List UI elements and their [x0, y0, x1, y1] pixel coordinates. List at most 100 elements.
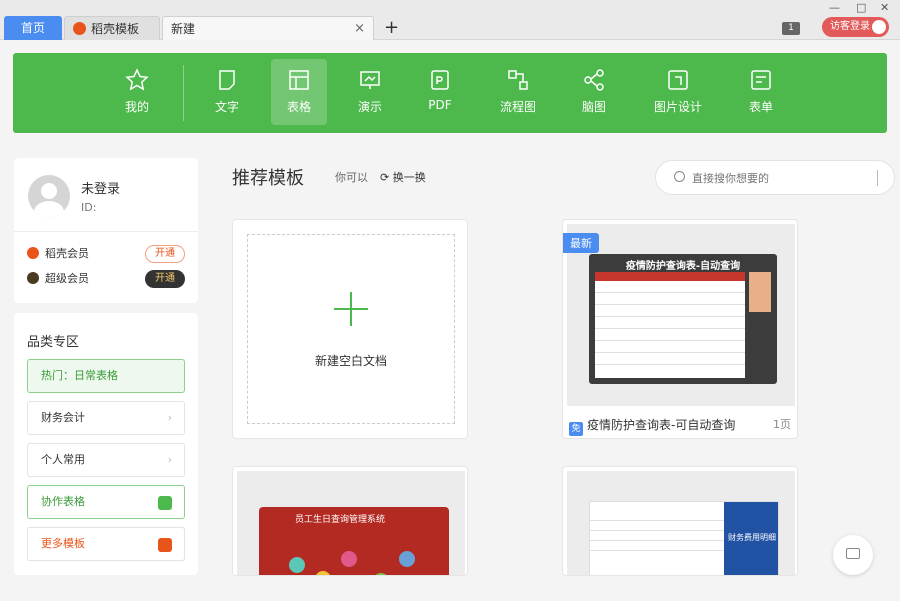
tab-home[interactable]: 首页	[4, 16, 62, 40]
membership-docer: 稻壳会员 开通	[27, 245, 185, 263]
presentation-icon	[360, 71, 380, 89]
doc-icon	[219, 70, 235, 90]
search-input[interactable]	[692, 169, 852, 187]
flowchart-icon	[508, 70, 528, 90]
template-preview: 员工生日查询管理系统	[237, 471, 465, 575]
free-badge: 免	[569, 422, 583, 436]
toolbar-item-image-design[interactable]: 图片设计	[647, 59, 709, 125]
image-design-icon	[668, 70, 688, 90]
toolbar-item-label: 我的	[124, 100, 149, 114]
swap-label: 换一换	[392, 171, 426, 184]
docer-logo-icon	[158, 538, 172, 552]
chevron-right-icon: ›	[167, 411, 172, 424]
thumbnail-grid	[595, 272, 745, 378]
title-bar: 首页 稻壳模板 新建 × + — □ ✕ 1 访客登录	[0, 0, 900, 40]
category-finance[interactable]: 财务会计 ›	[27, 401, 185, 435]
toolbar-item-form[interactable]: 表单	[733, 59, 789, 125]
toolbar-item-label: 图片设计	[653, 100, 702, 114]
template-preview: 疫情防护查询表-自动查询	[567, 224, 795, 406]
membership-label: 稻壳会员	[45, 247, 89, 260]
star-icon	[125, 68, 149, 91]
new-blank-document-card[interactable]: 新建空白文档	[232, 219, 468, 439]
template-card[interactable]: 财务费用明细	[562, 466, 798, 576]
category-label: 更多模板	[41, 537, 85, 550]
toolbar-item-pdf[interactable]: PDF	[412, 59, 468, 125]
finance-thumbnail: 财务费用明细	[589, 501, 779, 575]
user-id: ID:	[81, 201, 97, 214]
toolbar-item-presentation[interactable]: 演示	[342, 59, 398, 125]
notification-badge[interactable]: 1	[782, 22, 800, 35]
pdf-icon	[431, 70, 449, 90]
search-icon	[674, 171, 685, 182]
visitor-login-label: 访客登录	[830, 21, 870, 32]
toolbar-item-label: 表格	[286, 100, 311, 114]
toolbar-item-mindmap[interactable]: 脑图	[566, 59, 622, 125]
toolbar-item-sheet[interactable]: 表格	[271, 59, 327, 125]
open-docer-member-button[interactable]: 开通	[145, 245, 185, 263]
maximize-icon[interactable]: □	[856, 1, 866, 14]
section-title: 推荐模板	[232, 168, 304, 189]
minimize-icon[interactable]: —	[829, 1, 840, 14]
toolbar-item-flowchart[interactable]: 流程图	[490, 59, 546, 125]
category-hot[interactable]: 热门：日常表格	[27, 359, 185, 393]
toolbar-item-label: 脑图	[581, 100, 606, 114]
toolbar-divider	[183, 65, 184, 121]
tab-template[interactable]: 稻壳模板	[64, 16, 160, 40]
search-edge	[877, 170, 884, 186]
chat-icon	[846, 548, 860, 559]
template-preview: 财务费用明细	[567, 471, 795, 575]
chat-button[interactable]	[833, 535, 873, 575]
new-blank-label: 新建空白文档	[314, 354, 387, 368]
page-count: 1页	[773, 418, 791, 431]
toolbar-item-label: PDF	[428, 98, 452, 112]
layers-icon	[158, 496, 172, 510]
user-avatar-icon	[872, 20, 886, 34]
toolbar-item-text[interactable]: 文字	[199, 59, 255, 125]
category-label: 财务会计	[41, 411, 85, 424]
thumbnail-side	[749, 272, 771, 312]
membership-super: 超级会员 开通	[27, 270, 185, 288]
add-tab-button[interactable]: +	[384, 17, 399, 39]
refresh-icon: ⟳	[380, 171, 393, 184]
toolbar-item-label: 流程图	[499, 100, 536, 114]
category-personal[interactable]: 个人常用 ›	[27, 443, 185, 477]
app-category-toolbar: 我的 文字 表格 演示 PDF 流程图 脑图 图片设计 表单	[13, 53, 887, 133]
chevron-right-icon: ›	[167, 453, 172, 466]
user-name[interactable]: 未登录	[81, 178, 120, 197]
plus-icon	[334, 292, 368, 326]
toolbar-item-mine[interactable]: 我的	[109, 59, 165, 125]
category-collab[interactable]: 协作表格	[27, 485, 185, 519]
category-title: 品类专区	[27, 335, 80, 350]
template-name: 疫情防护查询表-可自动查询	[587, 418, 736, 432]
close-tab-icon[interactable]: ×	[354, 17, 365, 41]
spreadsheet-thumbnail: 疫情防护查询表-自动查询	[589, 254, 777, 384]
category-more[interactable]: 更多模板	[27, 527, 185, 561]
toolbar-item-label: 文字	[214, 100, 239, 114]
dashed-frame	[247, 234, 455, 424]
template-info: 免疫情防护查询表-可自动查询 1页	[569, 416, 795, 436]
template-search	[655, 160, 895, 195]
section-hint: 你可以	[335, 171, 368, 184]
swap-button[interactable]: ⟳ 换一换	[380, 169, 426, 185]
thumbnail-title: 疫情防护查询表-自动查询	[625, 261, 741, 272]
close-window-icon[interactable]: ✕	[880, 1, 889, 14]
avatar[interactable]	[28, 175, 70, 217]
category-label: 协作表格	[41, 495, 85, 508]
form-icon	[751, 70, 771, 90]
tab-new-label: 新建	[171, 22, 196, 36]
new-tag: 最新	[563, 233, 599, 253]
visitor-login-button[interactable]: 访客登录	[822, 17, 889, 37]
template-card[interactable]: 疫情防护查询表-自动查询 最新 免疫情防护查询表-可自动查询 1页	[562, 219, 798, 439]
super-member-icon	[27, 272, 39, 284]
open-super-member-button[interactable]: 开通	[145, 270, 185, 288]
mindmap-icon	[584, 69, 604, 91]
tab-new[interactable]: 新建 ×	[162, 16, 374, 40]
table-icon	[289, 70, 309, 90]
divider	[14, 231, 198, 232]
user-card: 未登录 ID: 稻壳会员 开通 超级会员 开通	[14, 158, 198, 303]
docer-logo-icon	[73, 22, 86, 35]
docer-member-icon	[27, 247, 39, 259]
thumbnail-title: 员工生日查询管理系统	[295, 515, 386, 525]
template-card[interactable]: 员工生日查询管理系统	[232, 466, 468, 576]
birthday-thumbnail: 员工生日查询管理系统	[259, 507, 449, 575]
